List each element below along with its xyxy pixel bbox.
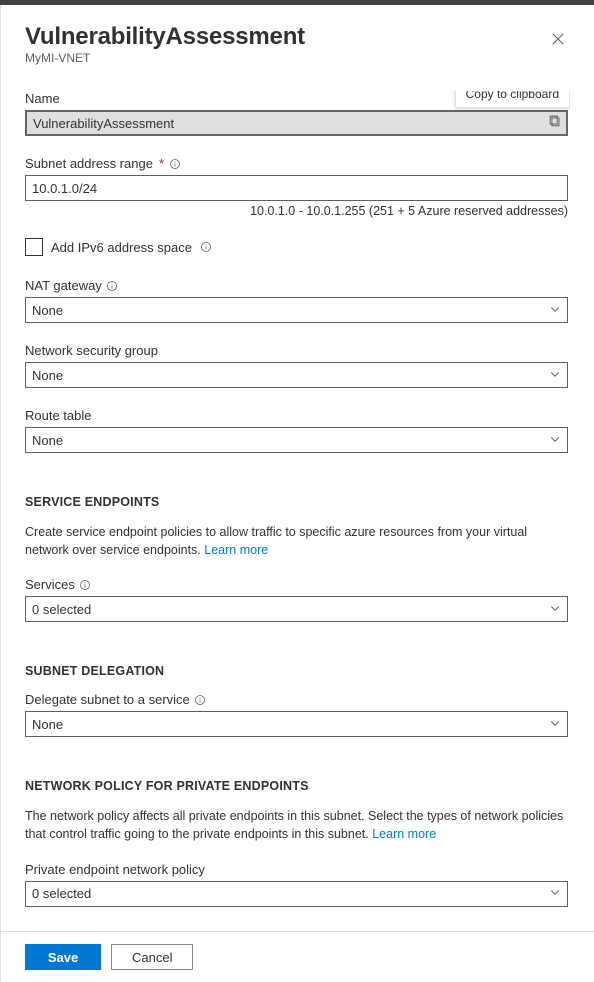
service-endpoints-heading: SERVICE ENDPOINTS [25,495,568,509]
panel-header: VulnerabilityAssessment MyMI-VNET [25,23,570,65]
subnet-delegation-heading: SUBNET DELEGATION [25,664,568,678]
chevron-down-icon [549,886,561,901]
info-icon[interactable] [194,693,207,706]
private-endpoint-desc: The network policy affects all private e… [25,807,568,843]
field-subnet-range: Subnet address range * 10.0.1.0 - 10.0.1… [25,156,568,218]
delegation-value: None [32,717,63,732]
page-subtitle: MyMI-VNET [25,51,570,65]
field-delegation: Delegate subnet to a service None [25,692,568,737]
panel-footer: Save Cancel [1,931,594,982]
required-asterisk: * [159,156,164,171]
field-private-endpoint-policy: Private endpoint network policy 0 select… [25,862,568,907]
route-table-label: Route table [25,408,92,423]
chevron-down-icon [549,303,561,318]
copy-button[interactable] [545,113,565,133]
close-button[interactable] [542,25,574,57]
services-select[interactable]: 0 selected [25,596,568,622]
save-button[interactable]: Save [25,944,101,970]
nsg-value: None [32,368,63,383]
page-title: VulnerabilityAssessment [25,23,570,51]
copy-tooltip: Copy to clipboard [455,91,570,108]
chevron-down-icon [549,368,561,383]
service-endpoints-desc: Create service endpoint policies to allo… [25,523,568,559]
private-endpoint-policy-label: Private endpoint network policy [25,862,205,877]
cancel-button[interactable]: Cancel [111,944,193,970]
field-services: Services 0 selected [25,577,568,622]
services-label: Services [25,577,75,592]
nsg-label: Network security group [25,343,158,358]
chevron-down-icon [549,433,561,448]
chevron-down-icon [549,602,561,617]
info-icon[interactable] [200,241,213,254]
chevron-down-icon [549,717,561,732]
subnet-range-hint: 10.0.1.0 - 10.0.1.255 (251 + 5 Azure res… [25,204,568,218]
nat-gateway-value: None [32,303,63,318]
nsg-select[interactable]: None [25,362,568,388]
services-value: 0 selected [32,602,91,617]
learn-more-link[interactable]: Learn more [372,827,436,841]
info-icon[interactable] [168,157,181,170]
copy-icon [548,114,562,133]
ipv6-checkbox[interactable] [25,238,43,256]
info-icon[interactable] [106,279,119,292]
field-nat-gateway: NAT gateway None [25,278,568,323]
subnet-range-label: Subnet address range [25,156,153,171]
blade-panel: VulnerabilityAssessment MyMI-VNET Name C… [0,5,594,982]
ipv6-checkbox-row: Add IPv6 address space [25,238,568,256]
nat-gateway-label: NAT gateway [25,278,102,293]
delegation-select[interactable]: None [25,711,568,737]
private-endpoint-heading: NETWORK POLICY FOR PRIVATE ENDPOINTS [25,779,568,793]
field-nsg: Network security group None [25,343,568,388]
close-icon [551,32,565,51]
field-route-table: Route table None [25,408,568,453]
subnet-range-input[interactable] [25,175,568,201]
field-name: Name Copy to clipboard [25,91,568,136]
panel-body: Name Copy to clipboard Subnet address ra… [25,91,570,982]
nat-gateway-select[interactable]: None [25,297,568,323]
private-endpoint-policy-value: 0 selected [32,886,91,901]
info-icon[interactable] [79,578,92,591]
route-table-value: None [32,433,63,448]
ipv6-label: Add IPv6 address space [51,240,192,255]
name-label: Name [25,91,60,106]
learn-more-link[interactable]: Learn more [204,543,268,557]
route-table-select[interactable]: None [25,427,568,453]
private-endpoint-policy-select[interactable]: 0 selected [25,881,568,907]
delegation-label: Delegate subnet to a service [25,692,190,707]
name-input[interactable] [25,110,568,136]
